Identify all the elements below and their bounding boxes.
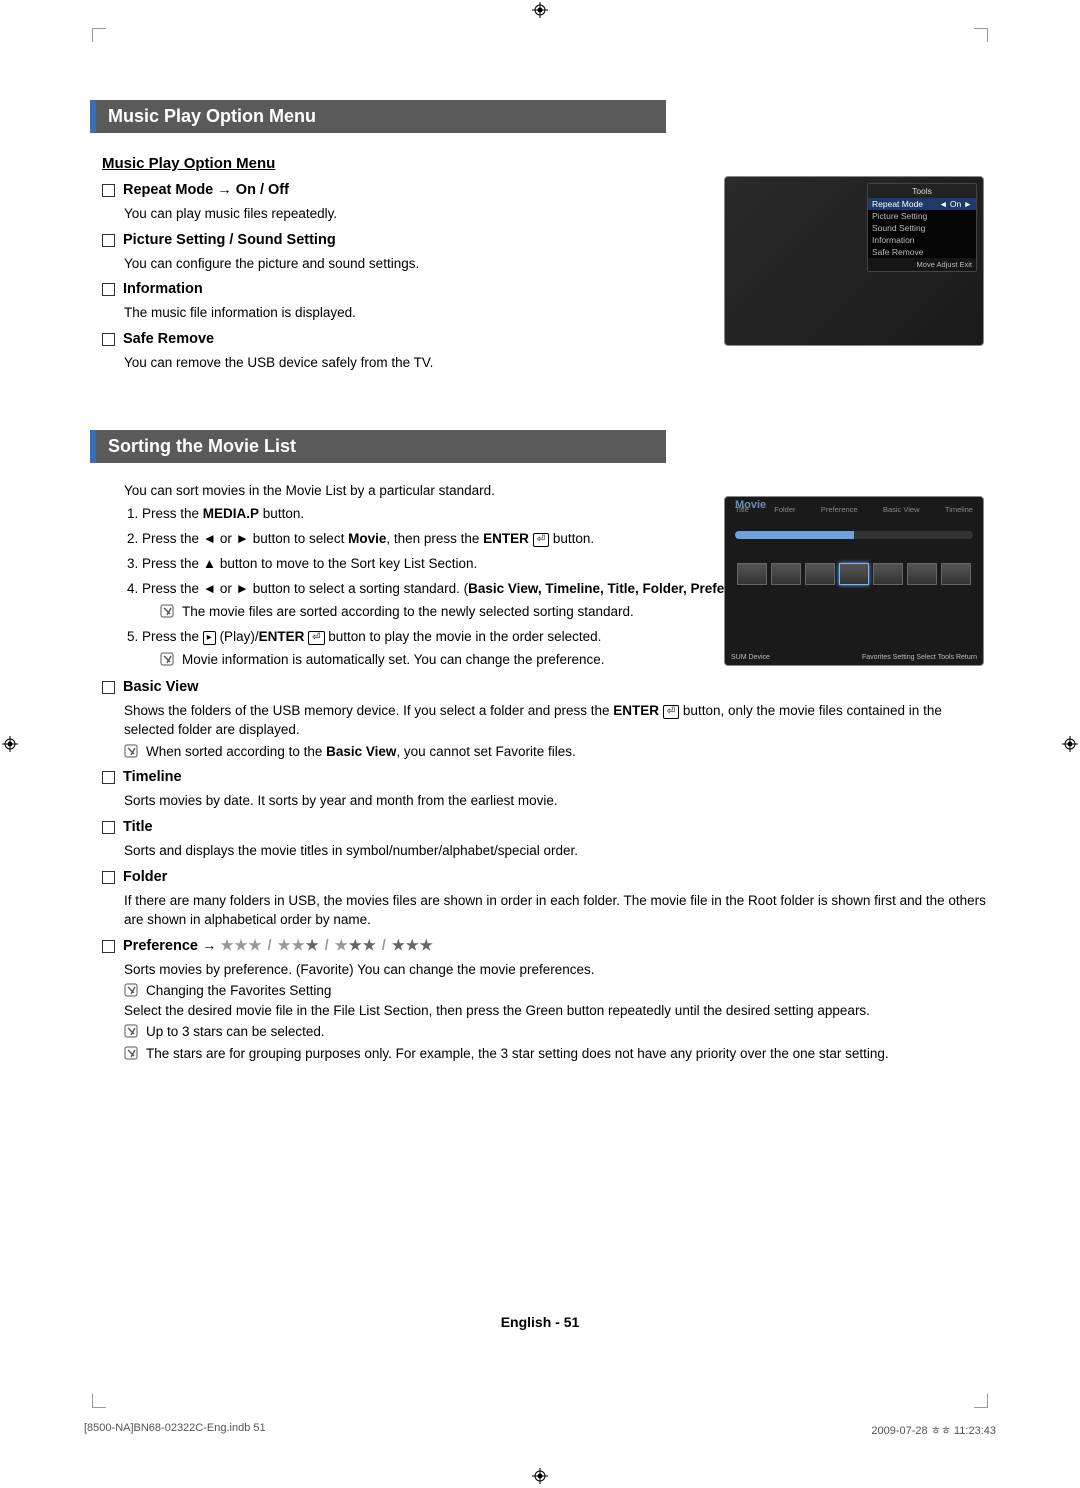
note-icon: [124, 983, 138, 997]
checkbox-icon: [102, 821, 115, 834]
tools-panel-title: Tools: [868, 184, 976, 198]
item-body: You can remove the USB device safely fro…: [124, 353, 990, 373]
checkbox-icon: [102, 771, 115, 784]
note-row: The stars are for grouping purposes only…: [124, 1044, 990, 1064]
item-title: Title: [102, 819, 990, 835]
item-title: Picture Setting / Sound Setting: [123, 232, 336, 248]
note-icon: [160, 652, 174, 666]
print-footer: [8500-NA]BN68-02322C-Eng.indb 51 2009-07…: [84, 1422, 996, 1438]
checkbox-icon: [102, 940, 115, 953]
item-body: If there are many folders in USB, the mo…: [124, 891, 990, 930]
item-body: Select the desired movie file in the Fil…: [124, 1001, 990, 1021]
item-timeline: Timeline: [102, 769, 990, 785]
checkbox-icon: [102, 283, 115, 296]
note-icon: [124, 1024, 138, 1038]
item-basic-view: Basic View: [102, 679, 990, 695]
movie-list-screenshot: Movie Title Folder Preference Basic View…: [724, 496, 984, 666]
item-body: Shows the folders of the USB memory devi…: [124, 701, 990, 740]
item-title: Safe Remove: [123, 331, 214, 347]
item-body: Sorts movies by preference. (Favorite) Y…: [124, 960, 990, 980]
checkbox-icon: [102, 184, 115, 197]
item-body: Sorts movies by date. It sorts by year a…: [124, 791, 990, 811]
star-rating-icon: ★★★ / ★★★ / ★★★ / ★★★: [221, 938, 434, 954]
checkbox-icon: [102, 333, 115, 346]
item-title: Information: [123, 281, 203, 297]
item-folder: Folder: [102, 869, 990, 885]
subheading-music: Music Play Option Menu: [102, 155, 990, 172]
note-icon: [124, 744, 138, 758]
enter-icon: ⏎: [663, 705, 679, 719]
page-content: Tools Repeat Mode◄ On ► Picture Setting …: [0, 0, 1080, 1488]
note-row: Up to 3 stars can be selected.: [124, 1022, 990, 1042]
note-row: Changing the Favorites Setting: [124, 981, 990, 1001]
checkbox-icon: [102, 681, 115, 694]
section-header-music: Music Play Option Menu: [90, 100, 666, 133]
item-title: Repeat Mode → On / Off: [123, 182, 289, 198]
checkbox-icon: [102, 871, 115, 884]
item-body: Sorts and displays the movie titles in s…: [124, 841, 990, 861]
tools-panel: Tools Repeat Mode◄ On ► Picture Setting …: [867, 183, 977, 272]
note-icon: [124, 1046, 138, 1060]
tools-menu-screenshot: Tools Repeat Mode◄ On ► Picture Setting …: [724, 176, 984, 346]
note-icon: [160, 604, 174, 618]
checkbox-icon: [102, 234, 115, 247]
note-row: When sorted according to the Basic View,…: [124, 742, 990, 762]
item-preference: Preference → ★★★ / ★★★ / ★★★ / ★★★: [102, 938, 990, 954]
page-footer-center: English - 51: [0, 1314, 1080, 1330]
section-header-sorting: Sorting the Movie List: [90, 430, 666, 463]
